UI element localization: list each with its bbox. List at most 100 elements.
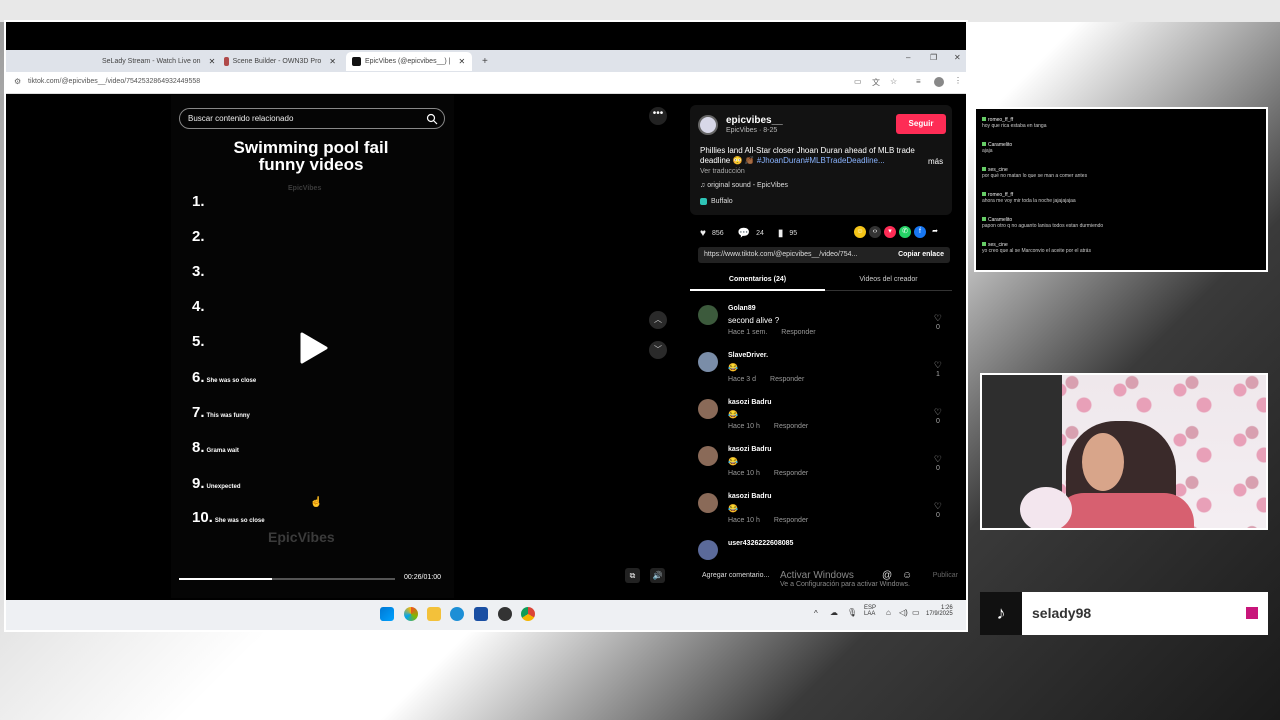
reply-button[interactable]: Responder (774, 423, 808, 430)
profile-avatar[interactable] (934, 77, 944, 87)
commenter-name[interactable]: SlaveDriver. (728, 352, 768, 359)
tab-selady-stream[interactable]: SeLady Stream - Watch Live on ✕ (92, 52, 216, 71)
close-icon[interactable]: ✕ (209, 57, 216, 66)
comment-like[interactable]: ♡ 0 (934, 313, 942, 331)
play-icon[interactable] (298, 331, 328, 365)
author-avatar[interactable] (698, 115, 718, 135)
search-input[interactable]: Buscar contenido relacionado (179, 108, 445, 129)
site-info-icon[interactable]: ⚙ (14, 77, 21, 86)
bookmark-star-icon[interactable]: ☆ (890, 77, 897, 86)
comment-stat[interactable]: 💬 24 (738, 228, 764, 239)
reply-button[interactable]: Responder (774, 470, 808, 477)
edge-icon[interactable] (450, 607, 464, 621)
comment-like[interactable]: ♡ 0 (934, 454, 942, 472)
maximize-button[interactable]: ❐ (930, 53, 937, 62)
add-comment-input[interactable]: Agregar comentario... (702, 572, 769, 579)
tab-scene-builder[interactable]: Scene Builder - OWN3D Pro ✕ (218, 52, 342, 71)
comment-meta: Hace 3 d Responder (728, 376, 818, 383)
comment-meta: Hace 10 h Responder (728, 470, 822, 477)
copilot-icon[interactable] (404, 607, 418, 621)
wifi-icon[interactable]: ⌂ (886, 608, 891, 617)
repost-icon[interactable]: ☺ (854, 226, 866, 238)
file-explorer-icon[interactable] (427, 607, 441, 621)
commenter-avatar[interactable] (698, 399, 718, 419)
embed-icon[interactable]: ‹› (869, 226, 881, 238)
webcam-overlay (980, 373, 1268, 530)
language-indicator[interactable]: ESP LAA (864, 605, 876, 617)
share-url[interactable]: https://www.tiktok.com/@epicvibes__/vide… (704, 247, 857, 263)
rank-item: 5. (192, 333, 207, 350)
tray-chevron-icon[interactable]: ^ (814, 609, 818, 618)
tab-epicvibes[interactable]: EpicVibes (@epicvibes__) | ✕ (346, 52, 472, 71)
author-sub: EpicVibes · 8-25 (726, 127, 778, 134)
commenter-avatar[interactable] (698, 493, 718, 513)
cast-icon[interactable]: ▭ (854, 77, 862, 86)
pip-icon[interactable]: ⧉ (625, 568, 640, 583)
video-title-line: funny videos (258, 155, 364, 174)
commenter-avatar[interactable] (698, 446, 718, 466)
speaker-icon[interactable]: ◁) (899, 608, 908, 617)
battery-icon[interactable]: ▭ (912, 608, 920, 617)
close-icon[interactable]: ✕ (458, 57, 465, 66)
save-stat[interactable]: ▮ 95 (778, 228, 797, 239)
bookmark-icon: ▮ (777, 228, 784, 239)
tab-comments[interactable]: Comentarios (24) (690, 273, 825, 291)
comment-text: 😂 (728, 410, 738, 419)
menu-dots-icon[interactable]: ⋮ (954, 76, 962, 85)
store-icon[interactable] (474, 607, 488, 621)
commenter-name[interactable]: user4326222608085 (728, 540, 793, 547)
volume-icon[interactable]: 🔊 (650, 568, 665, 583)
chat-message: ses_cine yo creo que al se Marconvio el a… (982, 242, 1091, 254)
search-icon[interactable] (426, 113, 438, 125)
comment-like[interactable]: ♡ 0 (934, 407, 942, 425)
copy-link-button[interactable]: Copiar enlace (898, 247, 944, 263)
caption-hashtags[interactable]: #JhoanDuran#MLBTradeDeadline... (757, 156, 885, 165)
obs-icon[interactable] (498, 607, 512, 621)
commenter-name[interactable]: kasozi Badru (728, 399, 772, 406)
more-options-button[interactable]: ••• (649, 107, 667, 125)
send-icon[interactable]: ▾ (884, 226, 896, 238)
plush-toy (1020, 487, 1072, 528)
whatsapp-icon[interactable]: ✆ (899, 226, 911, 238)
watermark-small: EpicVibes (288, 185, 322, 192)
reply-button[interactable]: Responder (770, 376, 804, 383)
facebook-icon[interactable]: f (914, 226, 926, 238)
close-icon[interactable]: ✕ (329, 57, 336, 66)
commenter-avatar[interactable] (698, 305, 718, 325)
reply-button[interactable]: Responder (774, 517, 808, 524)
network-icon[interactable]: ☁ (830, 608, 838, 617)
next-video-button[interactable]: ﹀ (649, 341, 667, 359)
minimize-button[interactable]: – (906, 53, 910, 62)
taskbar-clock[interactable]: 1:26 17/9/2025 (926, 605, 953, 617)
tab-creator-videos[interactable]: Videos del creador (825, 273, 952, 287)
post-comment-button[interactable]: Publicar (933, 572, 958, 579)
see-translation-link[interactable]: Ver traducción (700, 168, 745, 175)
translate-icon[interactable]: 文 (872, 77, 880, 88)
window-close-button[interactable]: ✕ (954, 53, 961, 62)
mic-icon[interactable]: 🎙 (847, 608, 857, 617)
commenter-avatar[interactable] (698, 540, 718, 560)
previous-video-button[interactable]: ︿ (649, 311, 667, 329)
commenter-name[interactable]: Golan89 (728, 305, 756, 312)
follow-button[interactable]: Seguir (896, 114, 946, 134)
chrome-icon[interactable] (521, 607, 535, 621)
more-link[interactable]: más (928, 157, 943, 166)
rank-item: 7. This was funny (192, 404, 250, 421)
comment-like[interactable]: ♡ 0 (934, 501, 942, 519)
comment-like[interactable]: ♡ 1 (934, 360, 942, 378)
author-name[interactable]: epicvibes__ (726, 115, 783, 126)
start-windows-icon[interactable] (380, 607, 394, 621)
share-arrow-icon[interactable]: ➦ (929, 226, 941, 238)
commenter-name[interactable]: kasozi Badru (728, 493, 772, 500)
extensions-icon[interactable]: ≡ (916, 77, 921, 86)
commenter-avatar[interactable] (698, 352, 718, 372)
rank-number: 5. (192, 333, 205, 350)
sound-link[interactable]: ♫ original sound - EpicVibes (700, 182, 788, 189)
new-tab-button[interactable]: + (476, 52, 494, 71)
url-field[interactable]: tiktok.com/@epicvibes__/video/7542532864… (28, 78, 200, 85)
reply-button[interactable]: Responder (781, 329, 815, 336)
commenter-name[interactable]: kasozi Badru (728, 446, 772, 453)
location-link[interactable]: Buffalo (700, 198, 733, 205)
video-progress-bar[interactable] (179, 578, 395, 580)
like-stat[interactable]: ♥ 856 (700, 228, 724, 239)
